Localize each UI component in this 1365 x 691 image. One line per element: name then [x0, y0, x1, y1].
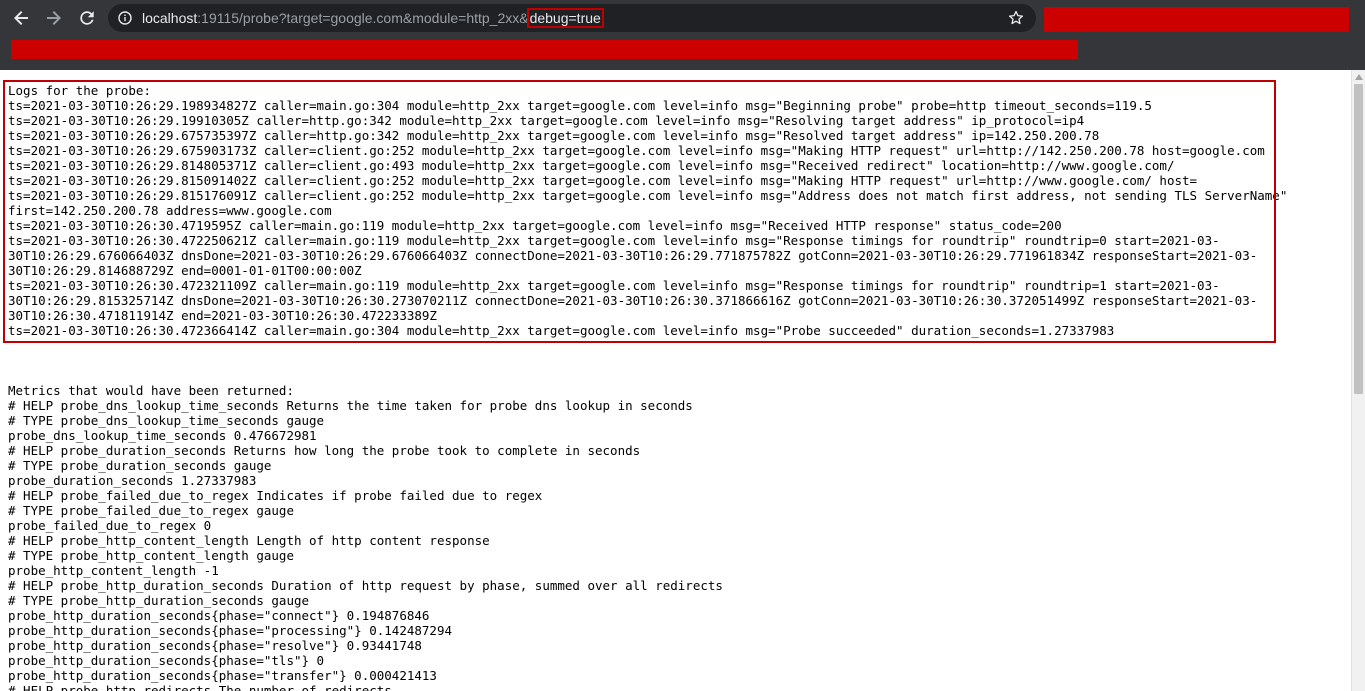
back-arrow-icon	[14, 11, 28, 25]
forward-button[interactable]	[41, 5, 67, 31]
log-line: 30T10:26:29.676066403Z dnsDone=2021-03-3…	[8, 248, 1258, 263]
log-line: ts=2021-03-30T10:26:29.198934827Z caller…	[8, 98, 1152, 113]
log-line: ts=2021-03-30T10:26:29.19910305Z caller=…	[8, 113, 1085, 128]
redacted-toolbar-area	[1044, 7, 1349, 32]
log-line: ts=2021-03-30T10:26:29.815176091Z caller…	[8, 188, 1288, 203]
url-host: localhost	[142, 10, 198, 26]
log-line: ts=2021-03-30T10:26:30.472366414Z caller…	[8, 323, 1115, 338]
metric-line: # HELP probe_http_content_length Length …	[8, 533, 490, 548]
url-text[interactable]: localhost:19115/probe?target=google.com&…	[142, 4, 604, 32]
log-line: Logs for the probe:	[8, 83, 151, 98]
forward-arrow-icon	[47, 11, 61, 25]
metric-line: probe_http_content_length -1	[8, 563, 219, 578]
metric-line: Metrics that would have been returned:	[8, 383, 294, 398]
vertical-scrollbar[interactable]	[1351, 70, 1365, 691]
page-content: Logs for the probe: ts=2021-03-30T10:26:2…	[0, 70, 1351, 691]
log-line: ts=2021-03-30T10:26:29.815091402Z caller…	[8, 173, 1198, 188]
url-path: :19115/probe?target=google.com&module=ht…	[197, 10, 529, 26]
metric-line: # HELP probe_http_duration_seconds Durat…	[8, 578, 723, 593]
reload-button[interactable]	[74, 5, 100, 31]
metric-line: probe_http_duration_seconds{phase="resol…	[8, 638, 422, 653]
log-line: 30T10:26:30.471811914Z end=2021-03-30T10…	[8, 308, 437, 323]
log-line: ts=2021-03-30T10:26:29.675735397Z caller…	[8, 128, 1100, 143]
metric-line: probe_failed_due_to_regex 0	[8, 518, 212, 533]
scrollbar-thumb[interactable]	[1354, 84, 1363, 394]
metric-line: probe_http_duration_seconds{phase="trans…	[8, 668, 437, 683]
metric-line: probe_duration_seconds 1.27337983	[8, 473, 257, 488]
metric-line: # TYPE probe_failed_due_to_regex gauge	[8, 503, 294, 518]
metric-line: # HELP probe_http_redirects The number o…	[8, 683, 392, 691]
metric-line: probe_dns_lookup_time_seconds 0.47667298…	[8, 428, 317, 443]
log-line: ts=2021-03-30T10:26:30.472250621Z caller…	[8, 233, 1220, 248]
log-line: ts=2021-03-30T10:26:30.472321109Z caller…	[8, 278, 1220, 293]
info-icon[interactable]	[118, 11, 132, 25]
metric-line: probe_http_duration_seconds{phase="tls"}…	[8, 653, 325, 668]
metric-line: # TYPE probe_http_duration_seconds gauge	[8, 593, 310, 608]
log-line: 30T10:26:29.815325714Z dnsDone=2021-03-3…	[8, 293, 1258, 308]
log-line: ts=2021-03-30T10:26:29.675903173Z caller…	[8, 143, 1265, 158]
probe-logs: Logs for the probe: ts=2021-03-30T10:26:2…	[8, 83, 1287, 338]
log-line: ts=2021-03-30T10:26:30.4719595Z caller=m…	[8, 218, 1062, 233]
back-button[interactable]	[8, 5, 34, 31]
metric-line: probe_http_duration_seconds{phase="proce…	[8, 623, 453, 638]
metric-line: # TYPE probe_http_content_length gauge	[8, 548, 294, 563]
log-line: 30T10:26:29.814688729Z end=0001-01-01T00…	[8, 263, 362, 278]
metric-line: # TYPE probe_duration_seconds gauge	[8, 458, 272, 473]
log-line: ts=2021-03-30T10:26:29.814805371Z caller…	[8, 158, 1175, 173]
metric-line: # HELP probe_failed_due_to_regex Indicat…	[8, 488, 543, 503]
redacted-bookmarks-bar	[11, 40, 1078, 59]
star-icon[interactable]	[1008, 10, 1024, 26]
metric-line: # HELP probe_duration_seconds Returns ho…	[8, 443, 641, 458]
metric-line: probe_http_duration_seconds{phase="conne…	[8, 608, 430, 623]
metric-line: # TYPE probe_dns_lookup_time_seconds gau…	[8, 413, 325, 428]
reload-icon	[80, 11, 94, 25]
metric-line: # HELP probe_dns_lookup_time_seconds Ret…	[8, 398, 693, 413]
scroll-up-arrow-icon[interactable]	[1355, 74, 1363, 80]
url-debug-param-highlight: debug=true	[526, 8, 604, 28]
address-bar[interactable]: localhost:19115/probe?target=google.com&…	[108, 4, 1036, 32]
probe-metrics: Metrics that would have been returned: # …	[8, 383, 723, 691]
log-line: first=142.250.200.78 address=www.google.…	[8, 203, 332, 218]
browser-toolbar: localhost:19115/probe?target=google.com&…	[0, 0, 1365, 70]
